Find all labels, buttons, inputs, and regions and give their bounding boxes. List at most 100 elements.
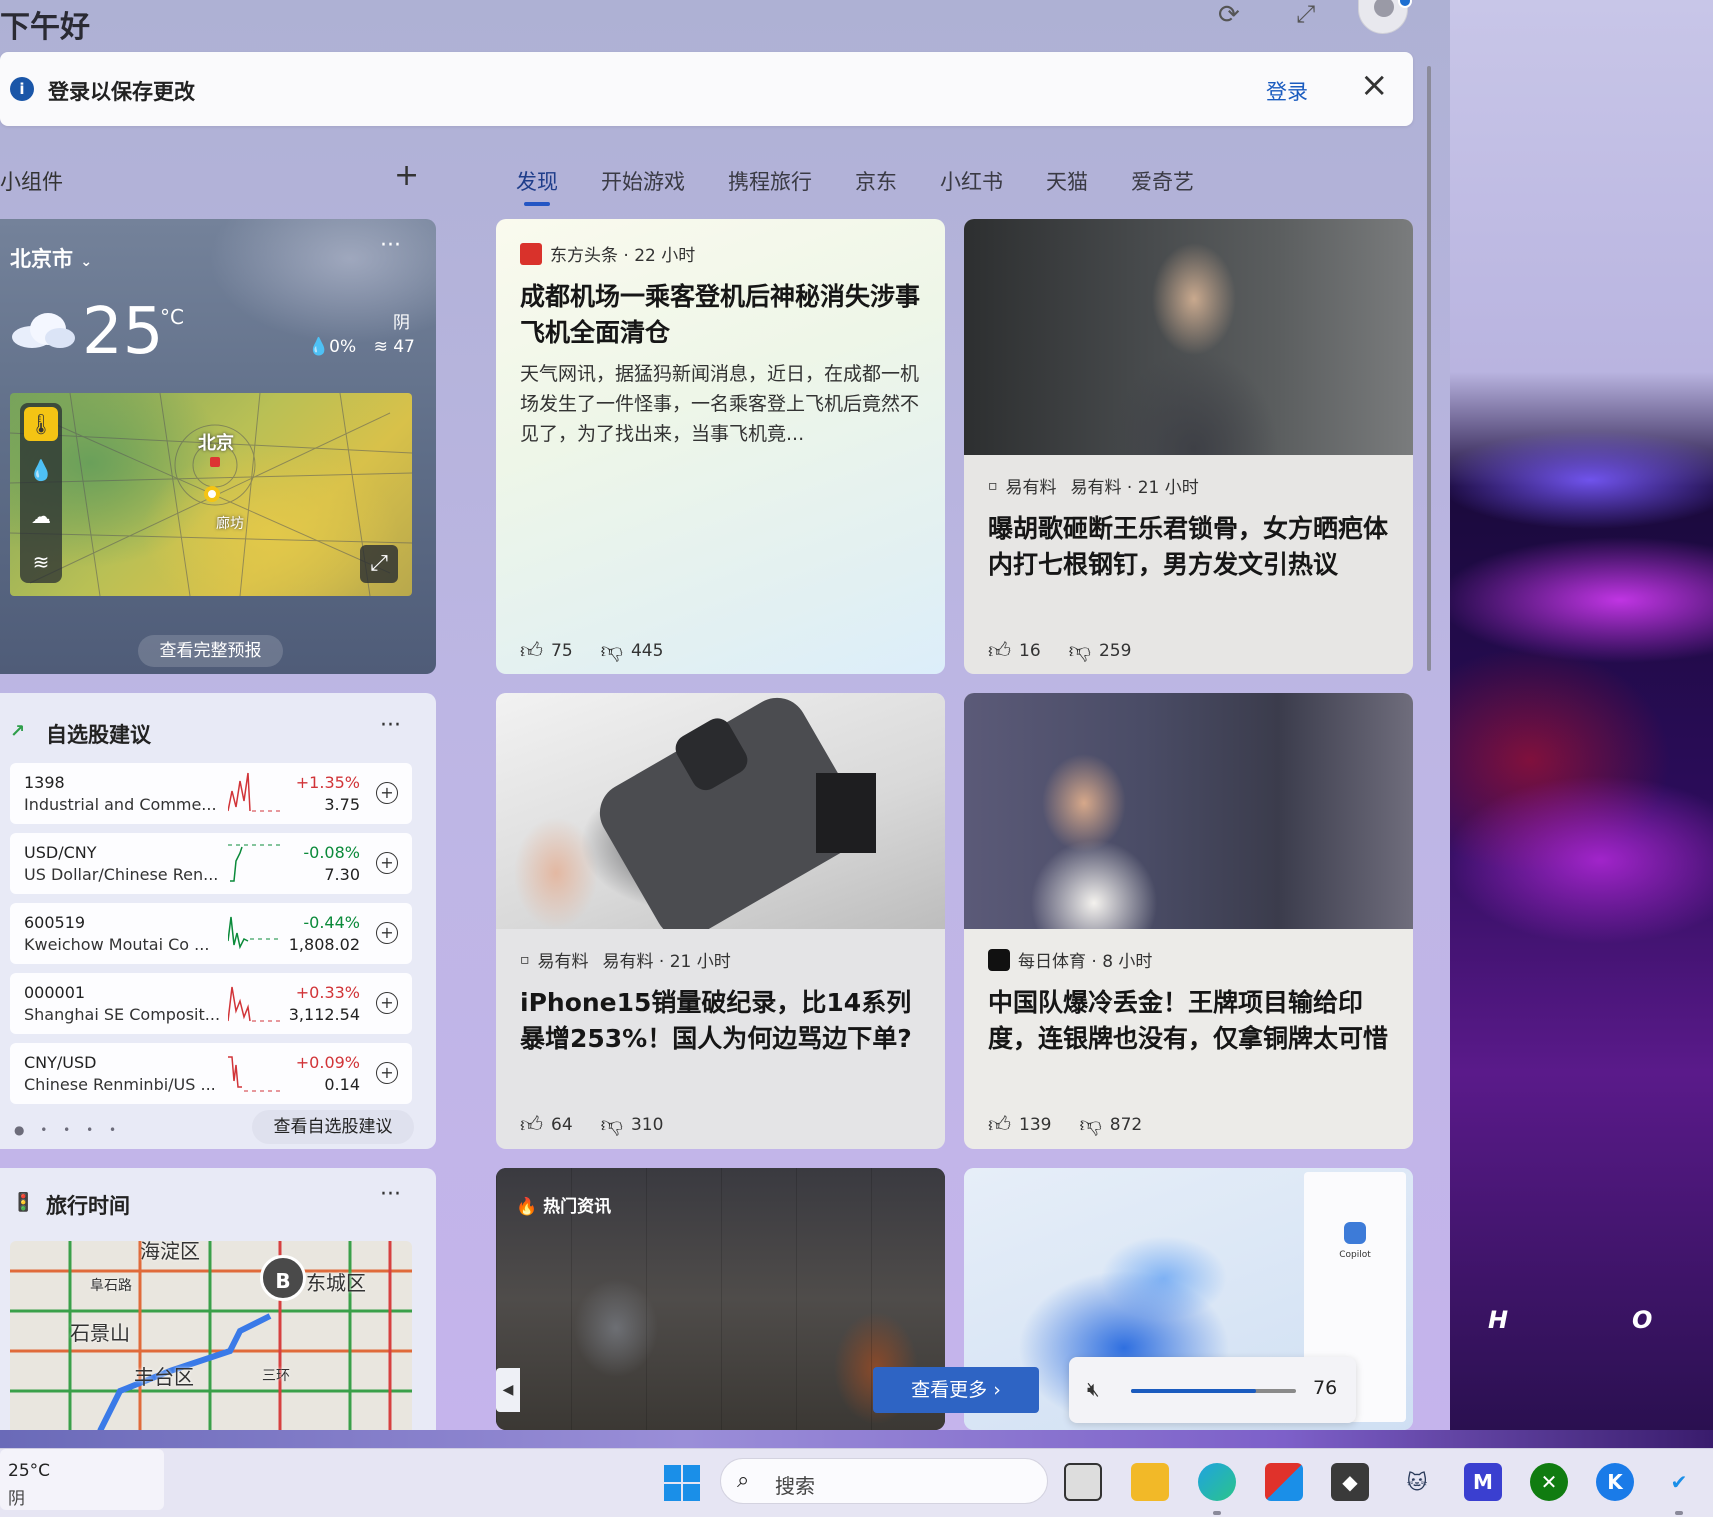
task-view-icon[interactable] <box>1064 1463 1102 1501</box>
close-icon[interactable]: × <box>1360 68 1389 102</box>
thumbs-down-icon[interactable]: 👎︎ <box>1069 637 1091 664</box>
traffic-map[interactable]: 海淀区 东城区 石景山 丰台区 阜石路 三环 B <box>10 1241 412 1430</box>
phone-illustration <box>599 697 876 939</box>
taskbar-search[interactable]: ⌕ 搜索 <box>720 1458 1048 1504</box>
thumbs-down-icon[interactable]: 👎︎ <box>601 637 623 664</box>
card-headline[interactable]: 中国队爆冷丢金！王牌项目输给印度，连银牌也没有，仅拿铜牌太可惜 <box>988 985 1393 1057</box>
news-card[interactable]: ▫ 易有料 易有料 · 21 小时 iPhone15销量破纪录，比14系列暴增25… <box>496 693 945 1149</box>
windows-start-icon[interactable] <box>664 1465 700 1501</box>
map-label-shijingshan: 石景山 <box>70 1321 130 1345</box>
weather-map[interactable]: 🌡 💧 ☁ ≋ 北京 廊坊 ⤢ <box>10 393 412 596</box>
carousel-prev-button[interactable]: ◀ <box>496 1368 520 1412</box>
taskbar: 25°C 阴 ⌕ 搜索 ◆ 🐱 M ✕ K ✔ <box>0 1448 1713 1517</box>
file-explorer-icon[interactable] <box>1131 1463 1169 1501</box>
news-card[interactable]: 每日体育 · 8 小时 中国队爆冷丢金！王牌项目输给印度，连银牌也没有，仅拿铜牌… <box>964 693 1413 1149</box>
thumbs-down-icon[interactable]: 👎︎ <box>1079 1111 1101 1138</box>
stock-symbol: 1398 <box>24 773 65 792</box>
edge-icon[interactable] <box>1198 1463 1236 1501</box>
news-card[interactable]: ▫ 易有料 易有料 · 21 小时 曝胡歌砸断王乐君锁骨，女方晒疤体内打七根钢钉，… <box>964 219 1413 674</box>
volume-slider[interactable] <box>1131 1389 1296 1393</box>
expand-icon[interactable]: ⤢ <box>1296 0 1315 28</box>
card-image <box>964 693 1413 929</box>
tab-jd[interactable]: 京东 <box>855 166 897 196</box>
wind-icon[interactable]: ≋ <box>24 545 58 579</box>
stocks-widget: ↗ 自选股建议 ··· 1398 Industrial and Comme...… <box>0 693 436 1149</box>
sparkline <box>228 986 282 1022</box>
add-stock-button[interactable]: + <box>376 922 398 944</box>
stock-symbol: 600519 <box>24 913 86 932</box>
add-stock-button[interactable]: + <box>376 1062 398 1084</box>
armoury-icon[interactable]: ◆ <box>1331 1463 1369 1501</box>
tab-discover[interactable]: 发现 <box>516 166 558 206</box>
aqi-icon: ≋ <box>373 337 388 357</box>
more-icon[interactable]: ··· <box>380 713 401 738</box>
greeting: 下午好 <box>0 10 90 45</box>
news-card[interactable]: 东方头条 · 22 小时 成都机场一乘客登机后神秘消失涉事飞机全面清仓 天气网讯… <box>496 219 945 674</box>
card-headline[interactable]: iPhone15销量破纪录，比14系列暴增253%！国人为何边骂边下单? <box>520 985 925 1057</box>
card-headline[interactable]: 成都机场一乘客登机后神秘消失涉事飞机全面清仓 <box>520 279 925 351</box>
map-layer-toolbar: 🌡 💧 ☁ ≋ <box>20 403 62 583</box>
stock-row[interactable]: 1398 Industrial and Comme... +1.35% 3.75… <box>10 763 412 824</box>
stock-price: 3.75 <box>324 795 360 814</box>
card-source: ▫ 易有料 易有料 · 21 小时 <box>988 477 1199 499</box>
copilot-icon <box>1344 1222 1366 1244</box>
login-link[interactable]: 登录 <box>1266 76 1308 106</box>
full-forecast-button[interactable]: 查看完整预报 <box>138 635 283 667</box>
tab-xiaohongshu[interactable]: 小红书 <box>940 166 1003 196</box>
card-headline[interactable]: 曝胡歌砸断王乐君锁骨，女方晒疤体内打七根钢钉，男方发文引热议 <box>988 511 1393 583</box>
scrollbar[interactable] <box>1427 66 1431 671</box>
widgets-icon[interactable]: ✔ <box>1660 1463 1698 1501</box>
speaker-muted-icon[interactable]: 🔇︎ <box>1087 1377 1100 1401</box>
widgets-panel: 下午好 ⟳ ⤢ i 登录以保存更改 登录 × 小组件 + 发现 开始游戏 携程旅… <box>0 0 1450 1430</box>
see-watchlist-button[interactable]: 查看自选股建议 <box>252 1110 414 1144</box>
thermometer-icon[interactable]: 🌡 <box>24 407 58 441</box>
thumbs-down-icon[interactable]: 👎︎ <box>601 1111 623 1138</box>
page-dots[interactable]: ● • • • • <box>14 1123 122 1137</box>
store-icon[interactable] <box>1265 1463 1303 1501</box>
add-stock-button[interactable]: + <box>376 852 398 874</box>
stock-row[interactable]: 600519 Kweichow Moutai Co ... -0.44% 1,8… <box>10 903 412 964</box>
cloud-layer-icon[interactable]: ☁ <box>24 499 58 533</box>
expand-map-icon[interactable]: ⤢ <box>360 545 398 583</box>
weather-widget[interactable]: 北京市 ⌄ ··· 25 °C 阴 💧0% ≋ 47 🌡 💧 ☁ ≋ 北京 廊坊… <box>0 219 436 674</box>
map-label-haidian: 海淀区 <box>140 1241 200 1263</box>
ma-app-icon[interactable]: M <box>1464 1463 1502 1501</box>
travel-title: 旅行时间 <box>46 1194 130 1218</box>
map-label-fushilu: 阜石路 <box>90 1278 132 1294</box>
tab-iqiyi[interactable]: 爱奇艺 <box>1131 166 1194 196</box>
sparkline <box>228 772 282 812</box>
wallpaper-letter-o: O <box>1632 1306 1653 1334</box>
weather-temperature: 25 <box>82 295 164 369</box>
stock-row[interactable]: USD/CNY US Dollar/Chinese Ren... -0.08% … <box>10 833 412 894</box>
stock-row[interactable]: 000001 Shanghai SE Composit... +0.33% 3,… <box>10 973 412 1034</box>
cat-app-icon[interactable]: 🐱 <box>1398 1463 1436 1501</box>
add-widget-icon[interactable]: + <box>394 158 419 193</box>
drop-icon[interactable]: 💧 <box>24 453 58 487</box>
stock-row[interactable]: CNY/USD Chinese Renminbi/US ... +0.09% 0… <box>10 1043 412 1104</box>
taskbar-weather[interactable]: 25°C 阴 <box>0 1449 164 1510</box>
flame-icon: 🔥 <box>516 1197 538 1217</box>
add-stock-button[interactable]: + <box>376 782 398 804</box>
k-app-icon[interactable]: K <box>1596 1463 1634 1501</box>
map-label-beijing: 北京 <box>198 433 234 454</box>
travel-widget: 🚦 旅行时间 ··· 海淀区 东城区 石景山 丰台区 阜石路 三环 B <box>0 1168 436 1430</box>
tab-ctrip[interactable]: 携程旅行 <box>728 166 812 196</box>
refresh-icon[interactable]: ⟳ <box>1218 0 1240 30</box>
more-icon[interactable]: ··· <box>380 1182 401 1207</box>
tab-games[interactable]: 开始游戏 <box>601 166 685 196</box>
weather-city[interactable]: 北京市 ⌄ <box>10 243 92 273</box>
card-image <box>496 693 945 939</box>
more-icon[interactable]: ··· <box>380 233 401 258</box>
thumbs-up-icon[interactable]: 👍︎ <box>988 637 1011 664</box>
see-more-button[interactable]: 查看更多 › <box>873 1367 1039 1413</box>
add-stock-button[interactable]: + <box>376 992 398 1014</box>
map-label-dongcheng: 东城区 <box>306 1271 366 1295</box>
thumbs-up-icon[interactable]: 👍︎ <box>988 1111 1011 1138</box>
feed-tabs: 发现 开始游戏 携程旅行 京东 小红书 天猫 爱奇艺 <box>516 166 1237 206</box>
thumbs-up-icon[interactable]: 👍︎ <box>520 637 543 664</box>
xbox-icon[interactable]: ✕ <box>1530 1463 1568 1501</box>
thumbs-up-icon[interactable]: 👍︎ <box>520 1111 543 1138</box>
search-placeholder: 搜索 <box>775 1474 815 1498</box>
tab-tmall[interactable]: 天猫 <box>1046 166 1088 196</box>
search-icon: ⌕ <box>737 1468 750 1493</box>
